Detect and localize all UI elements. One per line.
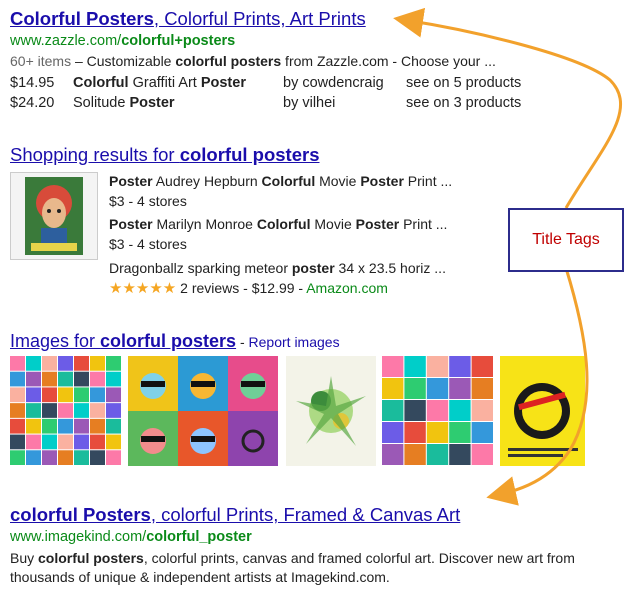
- shopping-thumbnail[interactable]: [10, 172, 98, 260]
- image-thumbnail[interactable]: [286, 356, 376, 466]
- image-thumbnail[interactable]: [10, 356, 122, 466]
- image-thumbnail[interactable]: [500, 356, 585, 466]
- shopping-item-link[interactable]: Poster Marilyn Monroe Colorful Movie Pos…: [109, 216, 447, 232]
- url-bold: colorful+posters: [121, 33, 236, 49]
- shopping-item-link[interactable]: Poster Audrey Hepburn Colorful Movie Pos…: [109, 173, 452, 189]
- url-plain: www.zazzle.com/: [10, 33, 122, 49]
- mosaic-posters-image: [10, 356, 121, 465]
- rating-stars-icon: ★★★★★: [109, 280, 177, 297]
- product-see-link[interactable]: see on 5 products: [406, 75, 521, 91]
- store-name: Amazon.com: [306, 280, 388, 296]
- result-title-zazzle[interactable]: Colorful Posters, Colorful Prints, Art P…: [10, 8, 366, 30]
- result-url-zazzle: www.zazzle.com/colorful+posters: [10, 33, 235, 49]
- image-thumbnail[interactable]: [382, 356, 494, 466]
- collage-posters-image: [382, 356, 493, 465]
- product-name: Colorful Graffiti Art Poster: [73, 75, 246, 91]
- shopping-item-meta: $3 - 4 stores: [109, 193, 187, 209]
- snippet-bold: colorful posters: [175, 53, 282, 69]
- result-snippet-zazzle: 60+ items – Customizable colorful poster…: [10, 53, 496, 69]
- image-thumbnail[interactable]: [128, 356, 278, 466]
- report-images-link[interactable]: Report images: [249, 334, 340, 350]
- product-see-link[interactable]: see on 3 products: [406, 95, 521, 111]
- product-price: $14.95: [10, 75, 55, 91]
- reviews-text: 2 reviews - $12.99 -: [176, 280, 307, 296]
- shopping-item-meta: $3 - 4 stores: [109, 236, 187, 252]
- images-heading: Images for colorful posters - Report ima…: [10, 331, 340, 352]
- snippet-text: – Customizable: [71, 53, 176, 69]
- snippet-bold: colorful posters: [38, 550, 144, 566]
- url-bold: colorful_poster: [146, 529, 252, 545]
- product-seller: by vilhei: [283, 95, 336, 111]
- lets-get-on-poster-image: [500, 356, 585, 466]
- product-price: $24.20: [10, 95, 55, 111]
- title-bold: colorful Posters: [10, 504, 151, 525]
- title-tags-annotation: Title Tags: [508, 208, 624, 272]
- url-plain: www.imagekind.com/: [10, 529, 147, 545]
- color-splash-image: [286, 356, 376, 466]
- title-rest: , Colorful Prints, Art Prints: [153, 8, 366, 29]
- title-bold: Colorful Posters: [10, 8, 154, 29]
- product-name: Solitude Poster: [73, 95, 175, 111]
- result-url-imagekind: www.imagekind.com/colorful_poster: [10, 529, 252, 545]
- snippet-text-rest: from Zazzle.com - Choose your ...: [281, 53, 496, 69]
- result-snippet-imagekind: Buy colorful posters, colorful prints, c…: [10, 549, 630, 587]
- poster-thumbnail-image: [11, 173, 97, 259]
- pop-art-faces-image: [128, 356, 278, 466]
- item-count: 60+ items: [10, 53, 72, 69]
- result-title-imagekind[interactable]: colorful Posters, colorful Prints, Frame…: [10, 504, 460, 526]
- images-dash: -: [236, 334, 249, 350]
- shopping-item-meta: ★★★★★ 2 reviews - $12.99 - Amazon.com: [109, 279, 388, 297]
- snippet-pre: Buy: [10, 550, 39, 566]
- title-rest: , colorful Prints, Framed & Canvas Art: [150, 504, 461, 525]
- heading-plain: Shopping results for: [10, 144, 180, 165]
- heading-bold: colorful posters: [179, 144, 320, 165]
- images-heading-link[interactable]: Images for colorful posters: [10, 331, 236, 351]
- shopping-item-link[interactable]: Dragonballz sparking meteor poster 34 x …: [109, 260, 446, 276]
- shopping-results-heading[interactable]: Shopping results for colorful posters: [10, 144, 320, 166]
- product-seller: by cowdencraig: [283, 75, 384, 91]
